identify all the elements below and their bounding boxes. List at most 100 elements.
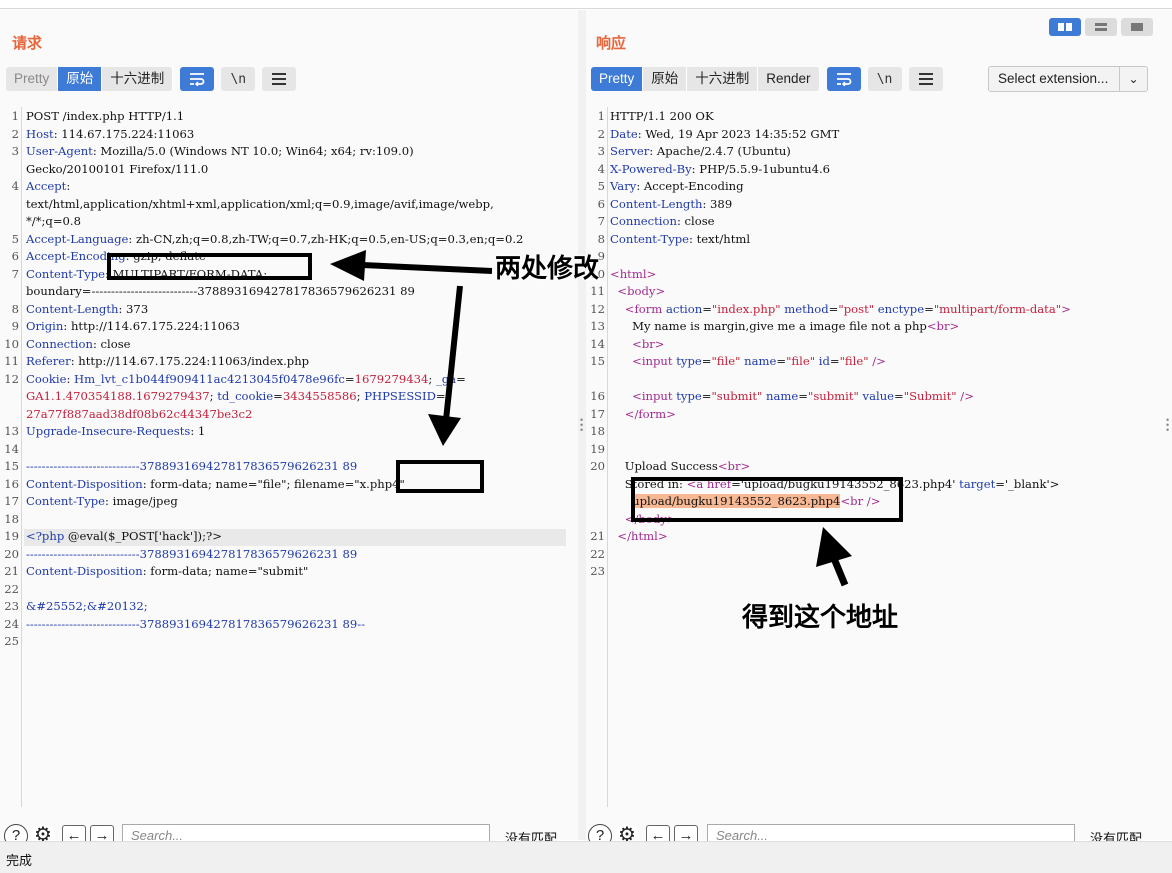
line-number: 1 — [11, 109, 19, 123]
code-token: HTTP/1.1 200 OK — [610, 109, 714, 123]
code-token: = — [701, 354, 712, 368]
line-number: 18 — [590, 424, 605, 438]
tab-hex[interactable]: 十六进制 — [102, 67, 174, 91]
code-token: Content-Length — [610, 196, 703, 211]
pane-divider[interactable]: • • • — [578, 10, 586, 840]
code-token: 1679279434 — [354, 371, 429, 386]
code-token: type — [676, 354, 702, 368]
newline-toggle-icon[interactable]: \n — [221, 67, 256, 91]
line-number: 17 — [590, 406, 605, 421]
line-number: 15 — [4, 459, 19, 473]
layout-single-icon[interactable] — [1121, 18, 1153, 36]
line-number: 12 — [4, 371, 19, 386]
line-number: 13 — [590, 319, 605, 333]
code-token: = — [776, 354, 787, 368]
status-text: 完成 — [6, 853, 33, 868]
layout-stacked-icon[interactable] — [1085, 18, 1117, 36]
code-token: : Mozilla/5.0 (Windows NT 10.0; Win64; x… — [92, 144, 414, 158]
response-editor[interactable]: 1 2 3 4 5 6 7 8 9 10 11 12 13 14 15 16 17 18 19 20 21 22 23 HT… — [586, 107, 1172, 807]
extension-select[interactable]: Select extension... ⌄ — [988, 66, 1148, 92]
code-token: PHPSESSID — [364, 389, 436, 403]
code-token: : 373 — [118, 301, 149, 316]
extension-select-label: Select extension... — [998, 71, 1109, 86]
line-number: 11 — [4, 354, 19, 368]
line-number: 21 — [590, 529, 605, 543]
code-token: : image/jpeg — [105, 494, 178, 508]
line-number: 2 — [11, 126, 19, 141]
response-pane: 响应 Pretty 原始 十六进制 Render \n Select exten… — [586, 10, 1172, 848]
code-token: : http://114.67.175.224:11063/index.php — [70, 354, 310, 368]
code-token: type — [676, 389, 702, 403]
code-token: Accept-Language — [26, 231, 129, 246]
code-token: Content-Type — [26, 266, 106, 281]
line-number: 19 — [4, 529, 19, 543]
code-line: Upgrade-Insecure-Requests: 1 — [26, 423, 205, 440]
tab-raw[interactable]: 原始 — [58, 67, 103, 91]
code-line: Accept: — [26, 178, 70, 195]
code-token: ; — [428, 371, 436, 386]
code-token: Referer — [26, 354, 71, 368]
menu-icon[interactable] — [908, 67, 943, 91]
code-token: "submit" — [711, 389, 763, 403]
code-token: = — [829, 354, 840, 368]
code-line: <body> — [610, 283, 665, 300]
code-token: action — [665, 301, 703, 316]
layout-side-by-side-icon[interactable] — [1049, 18, 1081, 36]
line-number: 13 — [4, 424, 19, 438]
line-number: 23 — [4, 599, 19, 613]
code-token: : — [66, 179, 71, 193]
tab-pretty[interactable]: Pretty — [591, 67, 644, 91]
code-token: Host — [26, 126, 54, 141]
line-number: 11 — [590, 284, 605, 298]
code-token: = — [924, 301, 934, 316]
response-view-tabs: Pretty 原始 十六进制 Render \n — [591, 67, 943, 91]
menu-icon[interactable] — [262, 67, 297, 91]
newline-toggle-icon[interactable]: \n — [867, 67, 902, 91]
code-token: ='_blank'> — [995, 476, 1060, 491]
window-top-border — [0, 0, 1172, 9]
response-scrollbar[interactable]: • • • — [1164, 108, 1172, 808]
tab-pretty[interactable]: Pretty — [6, 67, 59, 91]
code-token: /> — [956, 389, 974, 403]
code-token: _ga — [435, 371, 457, 386]
code-token: = — [798, 389, 808, 403]
code-token: <form — [624, 301, 666, 316]
code-line: Cookie: Hm_lvt_c1b044f909411ac4213045f04… — [26, 371, 466, 388]
annotation-get-address: 得到这个地址 — [742, 602, 899, 632]
code-line: Referer: http://114.67.175.224:11063/ind… — [26, 353, 309, 370]
code-token: : 1 — [190, 424, 206, 438]
code-token: User-Agent — [26, 144, 93, 158]
wrap-lines-icon[interactable] — [826, 67, 861, 91]
tab-hex[interactable]: 十六进制 — [687, 67, 759, 91]
code-token: "index.php" — [711, 301, 781, 316]
tab-raw[interactable]: 原始 — [643, 67, 688, 91]
code-token: <?php — [26, 529, 65, 543]
line-number-gutter: 1 2 3 4 5 6 7 8 9 10 11 12 13 14 15 16 17 18 19 20 21 22 23 — [586, 107, 608, 807]
line-number: 1 — [597, 109, 605, 123]
code-token: : 389 — [702, 196, 733, 211]
code-token: "file" — [786, 354, 816, 368]
code-line: HTTP/1.1 200 OK — [610, 108, 714, 125]
code-token: : 114.67.175.224:11063 — [53, 126, 195, 141]
code-token: : zh-CN,zh;q=0.8,zh-TW;q=0.7,zh-HK;q=0.5… — [128, 231, 524, 246]
code-token: id — [818, 354, 830, 368]
code-token: = — [702, 301, 712, 316]
code-line: Content-Type: text/html — [610, 231, 750, 248]
code-line: Connection: close — [26, 336, 131, 353]
code-token: = — [894, 389, 904, 403]
code-line: <br> — [610, 336, 664, 353]
response-title: 响应 — [596, 35, 627, 52]
line-number: 7 — [11, 266, 19, 281]
tab-render[interactable]: Render — [758, 67, 820, 91]
line-number: 17 — [4, 494, 19, 508]
request-editor[interactable]: 1 2 3 4 5 6 7 8 9 10 11 12 13 14 15 16 17 18 19 20 21 22 23 24 2… — [0, 107, 578, 807]
code-token: Content-Disposition — [26, 476, 143, 491]
line-number-gutter: 1 2 3 4 5 6 7 8 9 10 11 12 13 14 15 16 17 18 19 20 21 22 23 24 2… — [0, 107, 22, 807]
code-token: Content-Type — [610, 231, 690, 246]
wrap-lines-icon[interactable] — [180, 67, 215, 91]
code-token: = — [701, 389, 712, 403]
line-number: 25 — [4, 634, 19, 648]
code-token: : Accept-Encoding — [636, 179, 744, 193]
code-token: : close — [676, 214, 715, 228]
